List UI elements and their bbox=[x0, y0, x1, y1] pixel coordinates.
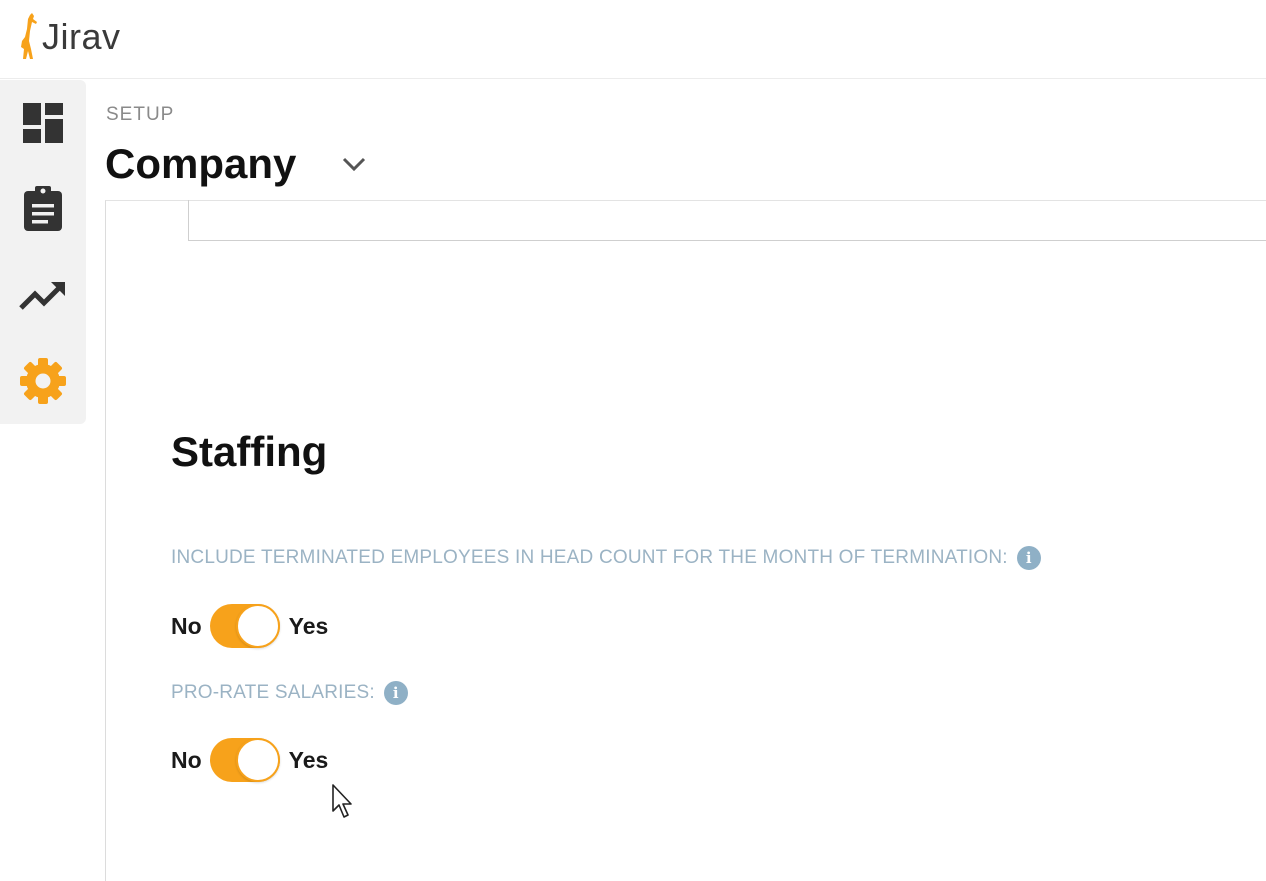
gear-icon bbox=[20, 358, 66, 404]
clipboard-icon bbox=[24, 186, 62, 231]
info-icon[interactable]: i bbox=[383, 681, 408, 705]
sidebar-item-dashboard[interactable] bbox=[0, 80, 86, 166]
toggle-row-prorate-salaries: No Yes bbox=[171, 737, 328, 783]
top-bar: Jirav bbox=[0, 0, 1266, 79]
breadcrumb-setup: SETUP bbox=[106, 104, 175, 125]
field-label-terminated-headcount: INCLUDE TERMINATED EMPLOYEES IN HEAD COU… bbox=[171, 546, 1041, 570]
toggle-row-terminated-headcount: No Yes bbox=[171, 603, 328, 649]
chevron-down-icon bbox=[342, 157, 366, 172]
giraffe-icon bbox=[21, 13, 37, 59]
arrow-cursor-icon bbox=[332, 784, 352, 818]
toggle-on-label: Yes bbox=[288, 612, 329, 639]
section-title-staffing: Staffing bbox=[171, 428, 328, 475]
toggle-knob bbox=[235, 604, 280, 648]
toggle-switch-terminated-headcount[interactable] bbox=[209, 604, 280, 648]
toggle-switch-prorate-salaries[interactable] bbox=[209, 738, 280, 782]
field-label-text: INCLUDE TERMINATED EMPLOYEES IN HEAD COU… bbox=[171, 547, 1008, 568]
mouse-cursor bbox=[332, 784, 356, 825]
toggle-on-label: Yes bbox=[288, 746, 329, 773]
page-title: Company bbox=[105, 140, 297, 187]
sidebar-item-setup[interactable] bbox=[0, 338, 86, 424]
sidebar-nav bbox=[0, 80, 86, 424]
info-icon[interactable]: i bbox=[1016, 546, 1041, 570]
content-top-box bbox=[188, 200, 1266, 241]
sidebar-item-forecast[interactable] bbox=[0, 252, 86, 338]
toggle-off-label: No bbox=[171, 746, 202, 773]
brand-name: Jirav bbox=[42, 16, 121, 57]
field-label-text: PRO-RATE SALARIES: bbox=[171, 682, 375, 703]
toggle-knob bbox=[235, 738, 280, 782]
field-label-prorate-salaries: PRO-RATE SALARIES: i bbox=[171, 681, 408, 705]
company-dropdown-button[interactable] bbox=[338, 150, 370, 178]
toggle-off-label: No bbox=[171, 612, 202, 639]
dashboard-icon bbox=[23, 103, 63, 143]
sidebar-item-reports[interactable] bbox=[0, 166, 86, 252]
jirav-logo[interactable]: Jirav bbox=[16, 10, 121, 64]
trending-up-icon bbox=[19, 282, 65, 310]
